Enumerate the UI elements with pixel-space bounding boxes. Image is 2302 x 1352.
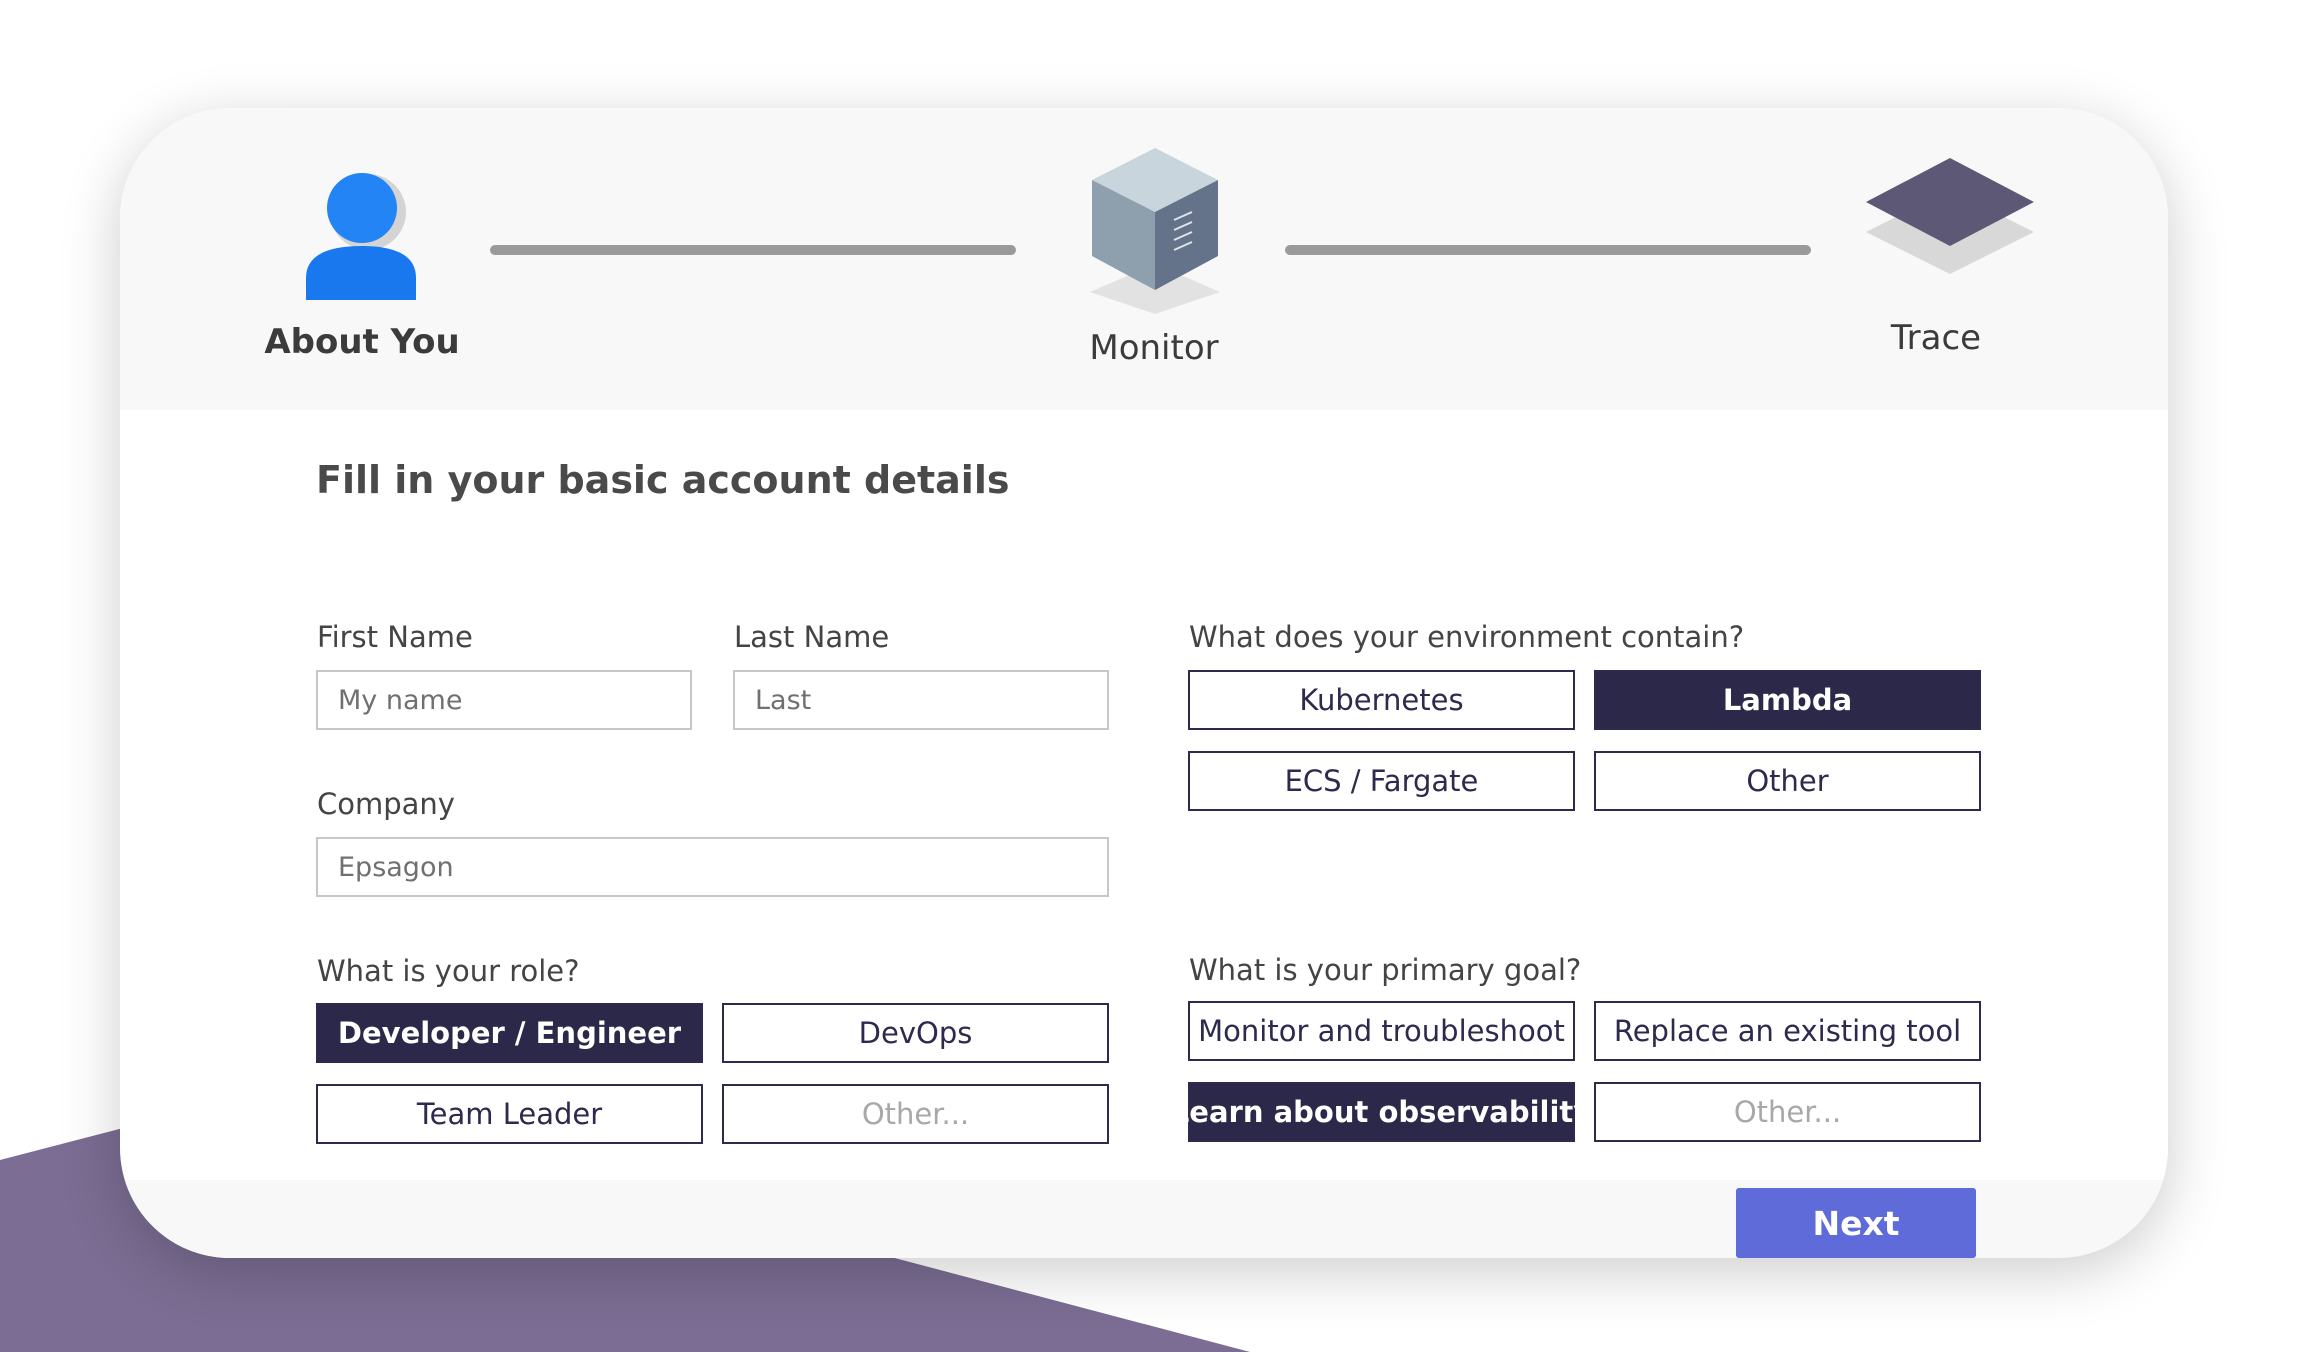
- step-connector-2: [1285, 245, 1811, 255]
- environment-option-lambda[interactable]: Lambda: [1594, 670, 1981, 730]
- role-option-developer-engineer[interactable]: Developer / Engineer: [316, 1003, 703, 1063]
- last-name-label: Last Name: [734, 620, 890, 654]
- page: About You Monitor Trace Fill in your bas…: [0, 0, 2302, 1352]
- goal-option-learn-observability[interactable]: Learn about observability: [1171, 1082, 1592, 1142]
- stepper: About You Monitor Trace: [120, 108, 2168, 410]
- form-title: Fill in your basic account details: [316, 458, 1010, 502]
- step-label-monitor: Monitor: [1089, 328, 1219, 368]
- cube-icon: [1090, 148, 1220, 314]
- first-name-label: First Name: [317, 620, 473, 654]
- layers-icon: [1866, 158, 2034, 274]
- first-name-input[interactable]: [316, 670, 692, 730]
- step-label-about-you: About You: [264, 322, 460, 362]
- goal-option-replace-tool[interactable]: Replace an existing tool: [1594, 1001, 1981, 1061]
- user-icon: [306, 173, 416, 300]
- company-label: Company: [317, 787, 455, 821]
- role-option-team-leader[interactable]: Team Leader: [316, 1084, 703, 1144]
- goal-option-monitor-troubleshoot[interactable]: Monitor and troubleshoot: [1188, 1001, 1575, 1061]
- last-name-input[interactable]: [733, 670, 1109, 730]
- environment-option-other[interactable]: Other: [1594, 751, 1981, 811]
- company-input[interactable]: [316, 837, 1109, 897]
- environment-option-kubernetes[interactable]: Kubernetes: [1188, 670, 1575, 730]
- role-label: What is your role?: [317, 954, 580, 988]
- role-option-other[interactable]: Other...: [722, 1084, 1109, 1144]
- next-button[interactable]: Next: [1736, 1188, 1976, 1258]
- step-label-trace: Trace: [1890, 318, 1982, 358]
- goal-option-other[interactable]: Other...: [1594, 1082, 1981, 1142]
- step-connector-1: [490, 245, 1016, 255]
- role-option-devops[interactable]: DevOps: [722, 1003, 1109, 1063]
- goal-label: What is your primary goal?: [1189, 953, 1582, 987]
- environment-option-ecs-fargate[interactable]: ECS / Fargate: [1188, 751, 1575, 811]
- onboarding-card: About You Monitor Trace Fill in your bas…: [120, 108, 2168, 1258]
- environment-label: What does your environment contain?: [1189, 620, 1745, 654]
